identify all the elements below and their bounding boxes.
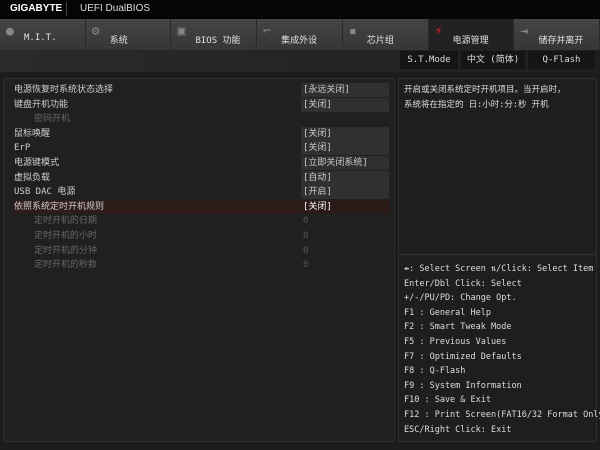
peripheral-icon: ⌐ [263, 24, 271, 39]
setting-value[interactable]: [关闭] [301, 199, 389, 214]
setting-label: USB DAC 电源 [14, 187, 76, 198]
tab-label: 芯片组 [366, 36, 394, 46]
key-hint: F9 : System Information [404, 380, 522, 391]
setting-value: 0 [303, 260, 309, 271]
key-hint: ⇹: Select Screen ⇅/Click: Select Item [404, 264, 594, 274]
tab-label: M.I.T. [24, 33, 57, 43]
setting-label: 定时开机的小时 [34, 231, 98, 241]
setting-value: 0 [303, 245, 309, 256]
setting-row[interactable]: 鼠标唤醒 [关闭] [14, 126, 390, 141]
setting-row[interactable]: USB DAC 电源 [开启] [14, 185, 390, 200]
tab-save-exit[interactable]: ⇥ 储存并离开 [514, 19, 600, 50]
settings-panel: 电源恢复时系统状态选择 [永远关闭] 键盘开机功能 [关闭] 密码开机 鼠标唤醒 [关闭] E… [3, 78, 395, 442]
app-title: UEFI DualBIOS [80, 3, 151, 14]
setting-label: 电源恢复时系统状态选择 [14, 85, 114, 95]
setting-label: ErP [14, 143, 31, 154]
setting-label: 密码开机 [34, 114, 71, 125]
divider [66, 2, 67, 16]
tab-label: 储存并离开 [538, 36, 584, 46]
gear-icon: ⚙ [91, 24, 100, 39]
tab-chipset[interactable]: ▪ 芯片组 [342, 19, 429, 50]
tab-system[interactable]: ⚙ 系统 [85, 19, 172, 50]
setting-row: 定时开机的日期 0 [14, 214, 390, 228]
setting-value: 0 [303, 231, 309, 241]
main-tabs: ● M.I.T. ⚙ 系统 ▣ BIOS 功能 ⌐ 集成外设 ▪ 芯片组 ⚡ 电源管理 ⇥ 储… [0, 19, 600, 50]
setting-row: 定时开机的秒数 0 [14, 258, 390, 272]
language-button[interactable]: 中文 (简体) [461, 51, 525, 69]
setting-value[interactable]: [关闭] [301, 97, 389, 112]
sub-toolbar: S.T.Mode 中文 (简体) Q-Flash [0, 50, 600, 72]
setting-row: 定时开机的分钟 0 [14, 244, 390, 258]
setting-label: 电源键模式 [14, 158, 60, 168]
tab-power-management[interactable]: ⚡ 电源管理 [428, 19, 515, 50]
setting-label: 定时开机的日期 [34, 216, 98, 227]
tab-label: BIOS 功能 [195, 36, 241, 46]
power-icon: ⚡ [434, 24, 443, 39]
setting-label: 依照系统定时开机规则 [14, 201, 105, 212]
bios-icon: ▣ [177, 24, 186, 39]
setting-row[interactable]: 电源键模式 [立即关闭系统] [14, 156, 390, 170]
setting-value[interactable]: [永远关闭] [301, 83, 389, 97]
tab-label: 电源管理 [452, 36, 489, 46]
divider [399, 254, 596, 255]
help-text-1: 开启或关闭系统定时开机项目。当开启时， [404, 85, 566, 95]
exit-icon: ⇥ [520, 24, 529, 39]
setting-row: 密码开机 [14, 112, 390, 126]
setting-label: 定时开机的秒数 [34, 260, 98, 271]
setting-row[interactable]: ErP [关闭] [14, 141, 390, 156]
setting-label: 虚拟负载 [14, 172, 51, 183]
setting-row: 定时开机的小时 0 [14, 229, 390, 243]
setting-value: 0 [303, 216, 309, 227]
tab-mit[interactable]: ● M.I.T. [0, 19, 86, 50]
key-hint: F8 : Q-Flash [404, 366, 466, 377]
setting-value[interactable]: [自动] [301, 170, 389, 185]
tab-label: 系统 [109, 36, 128, 46]
disc-icon: ● [6, 24, 14, 39]
key-hint: F7 : Optimized Defaults [404, 351, 522, 362]
setting-value[interactable]: [关闭] [301, 141, 389, 156]
key-hint: F5 : Previous Values [404, 336, 507, 347]
setting-value[interactable]: [关闭] [301, 126, 389, 141]
help-text-2: 系统将在指定的 日:小时:分:秒 开机 [404, 100, 549, 110]
setting-value[interactable]: [立即关闭系统] [301, 156, 389, 170]
key-hint: F2 : Smart Tweak Mode [404, 322, 512, 333]
tab-bios[interactable]: ▣ BIOS 功能 [171, 19, 258, 50]
key-hint: ESC/Right Click: Exit [404, 424, 512, 435]
tab-label: 集成外设 [281, 36, 318, 46]
setting-value[interactable]: [开启] [301, 185, 389, 200]
top-bar: GIGABYTE UEFI DualBIOS [0, 0, 600, 19]
key-hint: F12 : Print Screen(FAT16/32 Format Only) [404, 409, 600, 420]
setting-label: 鼠标唤醒 [14, 128, 51, 139]
brand-logo: GIGABYTE [10, 3, 63, 14]
setting-row[interactable]: 电源恢复时系统状态选择 [永远关闭] [14, 83, 390, 97]
setting-row[interactable]: 键盘开机功能 [关闭] [14, 97, 390, 112]
qflash-button[interactable]: Q-Flash [528, 51, 595, 69]
setting-row[interactable]: 虚拟负载 [自动] [14, 170, 390, 185]
key-hint: Enter/Dbl Click: Select [404, 278, 522, 289]
tab-peripherals[interactable]: ⌐ 集成外设 [257, 19, 343, 50]
help-panel: 开启或关闭系统定时开机项目。当开启时， 系统将在指定的 日:小时:分:秒 开机 … [398, 78, 600, 442]
key-hint: F10 : Save & Exit [404, 395, 491, 406]
st-mode-button[interactable]: S.T.Mode [400, 51, 458, 69]
key-hint: +/-/PU/PD: Change Opt. [404, 293, 517, 304]
setting-label: 键盘开机功能 [14, 99, 69, 110]
setting-label: 定时开机的分钟 [34, 245, 98, 256]
key-hint: F1 : General Help [404, 307, 491, 318]
chip-icon: ▪ [348, 24, 357, 39]
key-legend: ⇹: Select Screen ⇅/Click: Select Item Ent… [404, 262, 600, 437]
setting-row[interactable]: 依照系统定时开机规则 [关闭] [14, 199, 390, 214]
